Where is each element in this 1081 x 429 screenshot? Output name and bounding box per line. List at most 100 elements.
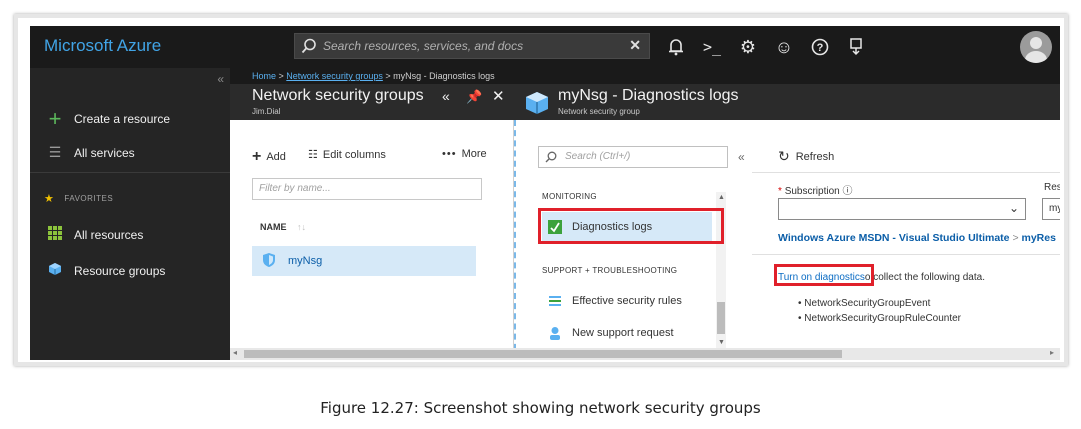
sidebar-item-label: All services	[74, 145, 135, 160]
sort-icon: ↑↓	[297, 222, 307, 232]
close-blade-icon[interactable]: ✕	[492, 87, 505, 105]
menu-search-input[interactable]: Search (Ctrl+/)	[538, 146, 728, 168]
diagnostics-settings-blade: ↻ Refresh * Subscription ⓘ Reso ⌄ my Win…	[752, 120, 1060, 360]
menu-search-placeholder: Search (Ctrl+/)	[565, 151, 631, 162]
filter-by-name-input[interactable]: Filter by name...	[252, 178, 482, 200]
refresh-button[interactable]: ↻ Refresh	[778, 148, 834, 165]
subscription-select[interactable]: ⌄	[778, 198, 1026, 220]
more-button[interactable]: ••• More	[442, 148, 487, 160]
nsg-blade-header: Network security groups Jim.Dial « 📌 ✕	[230, 84, 514, 120]
pin-icon[interactable]: 📌	[466, 89, 482, 105]
path-subscription[interactable]: Windows Azure MSDN - Visual Studio Ultim…	[778, 232, 1010, 244]
plus-icon: +	[252, 148, 262, 165]
plus-icon: +	[48, 106, 62, 131]
refresh-icon: ↻	[778, 148, 790, 164]
info-icon: ⓘ	[842, 186, 853, 197]
nsg-blade-subtitle: Jim.Dial	[252, 107, 281, 116]
sidebar-divider	[30, 172, 230, 173]
screenshot-frame: Microsoft Azure Search resources, servic…	[14, 14, 1068, 366]
search-icon	[545, 151, 557, 166]
rules-icon	[548, 294, 562, 308]
column-header-name[interactable]: NAME ↑↓	[260, 222, 306, 232]
menu-item-label: New support request	[572, 327, 674, 339]
toolbar-divider	[752, 172, 1060, 173]
table-row[interactable]: myNsg	[252, 246, 476, 276]
favorites-label: FAVORITES	[64, 194, 114, 203]
edit-columns-label: Edit columns	[322, 148, 386, 161]
figure-caption: Figure 12.27: Screenshot showing network…	[320, 399, 761, 417]
azure-portal-window: Microsoft Azure Search resources, servic…	[30, 26, 1060, 360]
list-item: • NetworkSecurityGroupEvent	[798, 298, 931, 309]
favorites-heading: ★ FAVORITES	[44, 192, 113, 205]
menu-scrollbar-thumb[interactable]	[717, 302, 725, 334]
section-support: SUPPORT + TROUBLESHOOTING	[542, 266, 678, 275]
chevron-down-icon: ⌄	[1008, 201, 1019, 215]
help-icon[interactable]: ?	[806, 34, 834, 60]
section-monitoring: MONITORING	[542, 192, 597, 201]
sidebar-item-all-services[interactable]: ☰ All services	[44, 144, 135, 161]
sidebar-item-label: Resource groups	[74, 263, 166, 278]
nsg-blade-title: Network security groups	[252, 87, 424, 104]
breadcrumb-home[interactable]: Home	[252, 71, 276, 81]
sidebar-item-resource-groups[interactable]: Resource groups	[44, 262, 165, 279]
horizontal-scrollbar-thumb[interactable]	[244, 350, 842, 358]
path-divider	[752, 254, 1060, 255]
resource-group-label: Reso	[1044, 182, 1060, 193]
search-placeholder: Search resources, services, and docs	[323, 39, 524, 53]
scroll-right-icon[interactable]: ▸	[1050, 348, 1054, 357]
notifications-bell-icon[interactable]	[662, 34, 690, 60]
directory-filter-icon[interactable]	[842, 34, 870, 60]
user-avatar[interactable]	[1020, 31, 1052, 63]
ellipsis-icon: •••	[442, 148, 457, 160]
subscription-label: * Subscription ⓘ	[778, 186, 853, 197]
nsg-shield-cube-icon	[524, 90, 550, 121]
highlight-turn-on-diagnostics	[774, 264, 874, 286]
star-icon: ★	[44, 193, 55, 205]
collapse-sidebar-icon[interactable]: «	[217, 72, 224, 86]
menu-item-label: Effective security rules	[572, 295, 682, 307]
path-resource[interactable]: myRes	[1022, 232, 1056, 244]
sidebar-item-create-resource[interactable]: + Create a resource	[44, 106, 170, 132]
diagnostics-blade-title: myNsg - Diagnostics logs	[558, 87, 739, 104]
horizontal-scrollbar[interactable]: ◂ ▸	[230, 348, 1060, 360]
svg-text:?: ?	[817, 42, 824, 54]
global-search-input[interactable]: Search resources, services, and docs ✕	[294, 33, 650, 59]
list-icon: ☰	[48, 144, 62, 160]
resource-group-select[interactable]: my	[1042, 198, 1060, 220]
collapse-menu-icon[interactable]: «	[738, 150, 745, 164]
sidebar-item-all-resources[interactable]: All resources	[44, 226, 143, 243]
search-icon	[301, 38, 317, 59]
columns-icon: ☷	[308, 149, 318, 161]
more-label: More	[461, 148, 487, 160]
collapse-blade-icon[interactable]: «	[442, 88, 450, 104]
top-bar: Microsoft Azure Search resources, servic…	[30, 26, 1060, 68]
settings-gear-icon[interactable]: ⚙	[734, 34, 762, 60]
list-item: • NetworkSecurityGroupRuleCounter	[798, 313, 962, 324]
nsg-name-cell: myNsg	[288, 255, 323, 267]
refresh-label: Refresh	[795, 150, 835, 163]
add-button[interactable]: + Add	[252, 148, 286, 166]
support-request-icon	[548, 326, 562, 340]
nsg-list-blade: + Add ☷ Edit columns ••• More Filter by …	[230, 120, 514, 360]
breadcrumb-nsg-link[interactable]: Network security groups	[286, 71, 383, 81]
cloud-shell-icon[interactable]: >_	[698, 34, 726, 60]
scroll-up-icon[interactable]: ▲	[718, 194, 725, 201]
scroll-down-icon[interactable]: ▼	[718, 339, 725, 346]
add-label: Add	[266, 151, 286, 163]
brand-title[interactable]: Microsoft Azure	[44, 36, 161, 56]
diagnostics-blade-header: myNsg - Diagnostics logs Network securit…	[514, 84, 1060, 120]
diagnostics-blade-subtitle: Network security group	[558, 107, 640, 116]
sidebar: « + Create a resource ☰ All services ★ F…	[30, 68, 230, 360]
menu-item-new-support-request[interactable]: New support request	[542, 318, 712, 348]
edit-columns-button[interactable]: ☷ Edit columns	[308, 148, 386, 162]
clear-search-icon[interactable]: ✕	[629, 37, 641, 54]
breadcrumb-current: myNsg - Diagnostics logs	[393, 71, 495, 81]
collected-data-list: • NetworkSecurityGroupEvent • NetworkSec…	[798, 296, 961, 326]
nsg-shield-icon	[262, 252, 276, 271]
sidebar-item-label: Create a resource	[74, 112, 171, 126]
breadcrumb: Home > Network security groups > myNsg -…	[230, 68, 1060, 84]
highlight-diagnostics-logs	[538, 208, 724, 244]
feedback-smiley-icon[interactable]: ☺	[770, 34, 798, 60]
menu-item-effective-security-rules[interactable]: Effective security rules	[542, 286, 712, 316]
scroll-left-icon[interactable]: ◂	[233, 348, 237, 357]
